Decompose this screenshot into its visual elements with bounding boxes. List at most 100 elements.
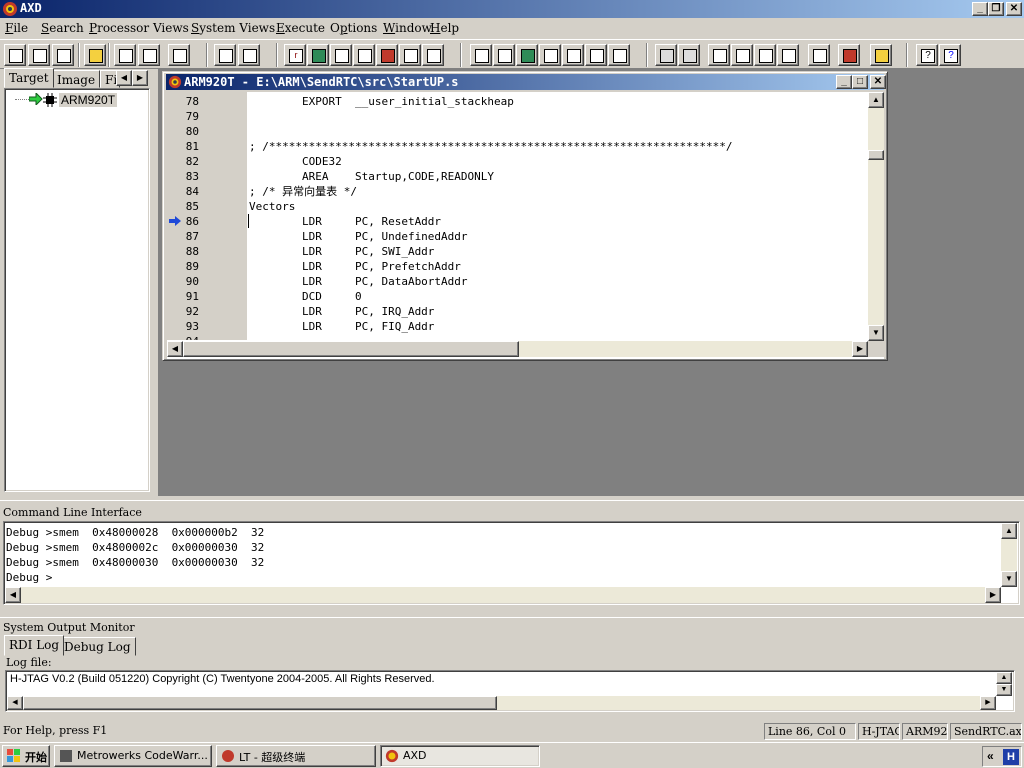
source-files-icon[interactable]: [493, 44, 515, 66]
tab-rdi-log[interactable]: RDI Log: [4, 635, 65, 656]
menu-window[interactable]: Window: [383, 21, 432, 35]
source-maximize-button[interactable]: □: [852, 75, 868, 89]
source-horizontal-scrollbar[interactable]: ◀ ▶: [167, 341, 868, 357]
watch-icon[interactable]: [307, 44, 329, 66]
restore-button[interactable]: ❐: [988, 2, 1004, 16]
hourglass-icon[interactable]: [870, 44, 892, 66]
task-codewarrior[interactable]: Metrowerks CodeWarr...: [54, 745, 212, 767]
cli-scroll-down-icon[interactable]: ▼: [1001, 571, 1017, 587]
source-minimize-button[interactable]: _: [836, 75, 852, 89]
menu-search[interactable]: Search: [41, 21, 84, 35]
cli-scroll-up-icon[interactable]: ▲: [1001, 523, 1017, 539]
output-monitor-icon[interactable]: [585, 44, 607, 66]
find-next-icon[interactable]: [238, 44, 260, 66]
scroll-right-icon[interactable]: ▶: [852, 341, 868, 357]
tab-scroll-left-icon[interactable]: ◀: [116, 70, 132, 86]
line-number: 84: [185, 185, 199, 198]
menu-options[interactable]: Options: [330, 21, 377, 35]
tree-item-arm920t[interactable]: ARM920T: [59, 93, 118, 107]
menu-processor-views[interactable]: Processor Views: [89, 21, 189, 35]
line-number: 83: [185, 170, 199, 183]
tray-expand-icon[interactable]: «: [987, 749, 994, 763]
low-level-symbols-icon[interactable]: [399, 44, 421, 66]
log-horizontal-scrollbar[interactable]: ◀ ▶: [7, 696, 996, 710]
log-vertical-scrollbar[interactable]: ▲ ▼: [996, 672, 1012, 696]
registers-icon[interactable]: r: [284, 44, 306, 66]
cli-scroll-right-icon[interactable]: ▶: [985, 587, 1001, 603]
cli-prompt[interactable]: Debug >: [6, 570, 52, 585]
log-hscroll-thumb[interactable]: [23, 696, 497, 710]
app-title-bar[interactable]: AXD _ ❐ ✕: [0, 0, 1024, 18]
disassembly-icon[interactable]: [376, 44, 398, 66]
stack-icon[interactable]: [114, 44, 136, 66]
system-memory-icon[interactable]: [608, 44, 630, 66]
tab-debug-log[interactable]: Debug Log: [59, 637, 136, 656]
cascade-icon[interactable]: [138, 44, 160, 66]
target-settings-icon[interactable]: [4, 44, 26, 66]
command-line-icon[interactable]: [562, 44, 584, 66]
context-help-icon[interactable]: ?: [939, 44, 961, 66]
line-number: 81: [185, 140, 199, 153]
menu-system-views[interactable]: System Views: [191, 21, 275, 35]
system-registers-icon[interactable]: [470, 44, 492, 66]
menu-execute[interactable]: Execute: [276, 21, 325, 35]
step-out-icon[interactable]: [754, 44, 776, 66]
tab-target[interactable]: Target: [4, 68, 54, 88]
system-watch-icon[interactable]: [516, 44, 538, 66]
load-image-icon[interactable]: [28, 44, 50, 66]
hjtag-tray-icon[interactable]: H: [1003, 749, 1019, 765]
source-close-button[interactable]: ✕: [870, 75, 886, 89]
code-line: LDR PC, IRQ_Addr: [249, 305, 435, 318]
command-line-console[interactable]: Debug >smem 0x48000028 0x000000b2 32 Deb…: [3, 521, 1020, 605]
task-hyperterminal[interactable]: LT - 超级终端: [216, 745, 376, 767]
size-grip[interactable]: [868, 341, 884, 357]
cli-scroll-left-icon[interactable]: ◀: [5, 587, 21, 603]
tab-scroll-right-icon[interactable]: ▶: [132, 70, 148, 86]
go-icon[interactable]: [655, 44, 677, 66]
rdi-log-output[interactable]: H-JTAG V0.2 (Build 051220) Copyright (C)…: [5, 670, 1015, 712]
search-view-icon[interactable]: [422, 44, 444, 66]
line-number-gutter[interactable]: 78 79 80 81 82 83 84 85 86 87 88 89 90 9…: [167, 92, 247, 340]
help-icon[interactable]: ?: [916, 44, 938, 66]
open-file-icon[interactable]: [84, 44, 106, 66]
cli-vertical-scrollbar[interactable]: ▲ ▼: [1001, 523, 1017, 587]
source-window-title-bar[interactable]: ARM920T - E:\ARM\SendRTC\src\StartUP.s _…: [166, 74, 886, 90]
minimize-button[interactable]: _: [972, 2, 988, 16]
tab-image[interactable]: Image: [52, 70, 101, 88]
memory-icon[interactable]: [353, 44, 375, 66]
tile-icon[interactable]: [168, 44, 190, 66]
source-editor[interactable]: 78 79 80 81 82 83 84 85 86 87 88 89 90 9…: [167, 92, 884, 359]
scroll-up-icon[interactable]: ▲: [868, 92, 884, 108]
toggle-breakpoint-icon[interactable]: [838, 44, 860, 66]
code-line: ; /*************************************…: [249, 140, 733, 153]
status-help-text: For Help, press F1: [3, 724, 108, 737]
hscroll-thumb[interactable]: [183, 341, 519, 357]
find-icon[interactable]: [214, 44, 236, 66]
code-line: CODE32: [249, 155, 342, 168]
source-vertical-scrollbar[interactable]: ▲ ▼: [868, 92, 884, 341]
stop-icon[interactable]: [678, 44, 700, 66]
close-button[interactable]: ✕: [1006, 2, 1022, 16]
status-image: SendRTC.axf: [950, 723, 1022, 740]
debugger-internals-icon[interactable]: [539, 44, 561, 66]
menu-help[interactable]: Help: [430, 21, 459, 35]
log-scroll-down-icon[interactable]: ▼: [996, 684, 1012, 696]
scroll-left-icon[interactable]: ◀: [167, 341, 183, 357]
reload-icon[interactable]: [52, 44, 74, 66]
log-scroll-up-icon[interactable]: ▲: [996, 672, 1012, 684]
log-scroll-right-icon[interactable]: ▶: [980, 696, 996, 710]
line-number: 91: [185, 290, 199, 303]
run-to-cursor-icon[interactable]: [777, 44, 799, 66]
step-icon[interactable]: [731, 44, 753, 66]
task-axd[interactable]: AXD: [380, 745, 540, 767]
menu-file[interactable]: File: [5, 21, 28, 35]
axd-app-icon: [3, 2, 17, 16]
cli-horizontal-scrollbar[interactable]: ◀ ▶: [5, 587, 1001, 603]
show-execution-context-icon[interactable]: [808, 44, 830, 66]
scroll-down-icon[interactable]: ▼: [868, 325, 884, 341]
start-button[interactable]: 开始: [2, 745, 50, 767]
log-scroll-left-icon[interactable]: ◀: [7, 696, 23, 710]
scroll-thumb[interactable]: [868, 150, 884, 160]
variables-icon[interactable]: [330, 44, 352, 66]
step-in-icon[interactable]: [708, 44, 730, 66]
